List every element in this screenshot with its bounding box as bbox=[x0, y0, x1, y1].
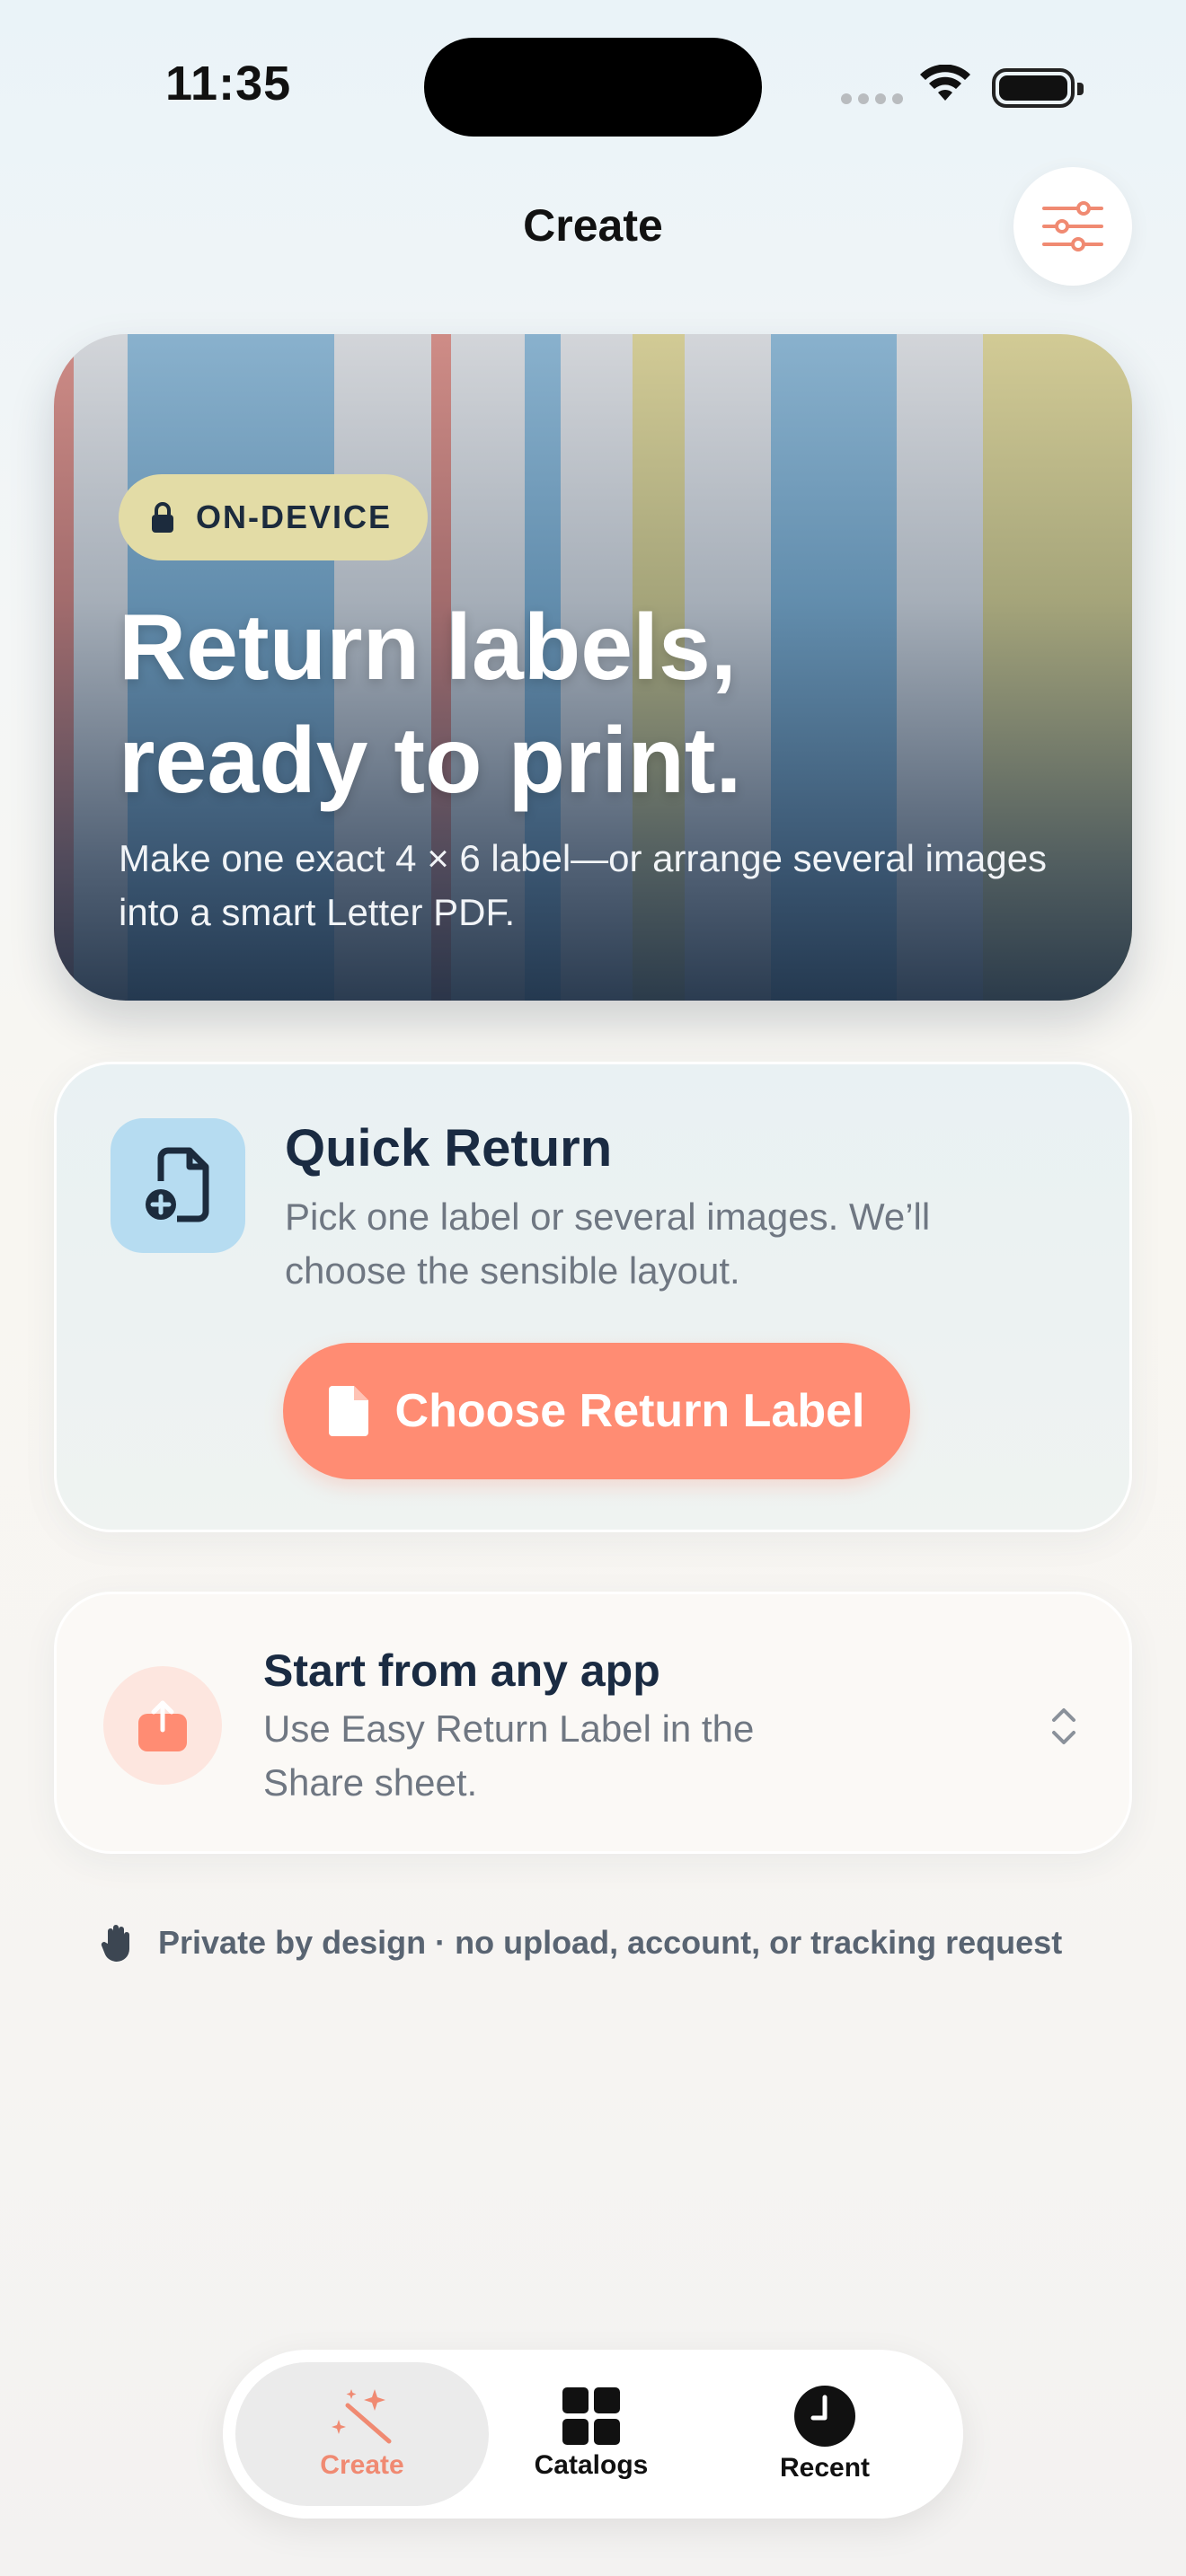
cellular-signal-icon bbox=[841, 93, 903, 104]
sliders-icon bbox=[1042, 201, 1103, 251]
tab-recent-label: Recent bbox=[779, 2453, 871, 2483]
wifi-icon bbox=[920, 65, 970, 101]
clock-icon bbox=[794, 2386, 855, 2447]
lock-icon bbox=[152, 502, 173, 533]
hero-subtitle: Make one exact 4 × 6 label—or arrange se… bbox=[119, 837, 1048, 933]
magic-wand-icon bbox=[332, 2389, 392, 2444]
settings-button[interactable] bbox=[1013, 167, 1132, 286]
quick-return-title: Quick Return bbox=[285, 1119, 613, 1178]
privacy-note: Private by design · no upload, account, … bbox=[101, 1924, 1062, 1962]
badge-label: ON-DEVICE bbox=[196, 498, 393, 535]
dynamic-island bbox=[424, 38, 762, 137]
share-icon-circle bbox=[103, 1666, 222, 1785]
privacy-text: Private by design · no upload, account, … bbox=[158, 1924, 1063, 1961]
tab-recent[interactable]: Recent bbox=[708, 2362, 942, 2506]
hand-icon bbox=[101, 1925, 129, 1962]
status-time: 11:35 bbox=[165, 57, 292, 110]
tab-create[interactable]: Create bbox=[235, 2362, 489, 2506]
tab-catalogs[interactable]: Catalogs bbox=[474, 2362, 708, 2506]
document-add-tile bbox=[111, 1118, 245, 1253]
share-icon bbox=[138, 1700, 187, 1751]
tab-create-label: Create bbox=[320, 2450, 404, 2480]
battery-icon bbox=[992, 68, 1084, 108]
quick-return-description: Pick one label or several images. We’ll … bbox=[285, 1195, 931, 1292]
share-title: Start from any app bbox=[263, 1645, 660, 1696]
on-device-badge: ON-DEVICE bbox=[119, 474, 429, 560]
chevron-up-down-icon bbox=[1052, 1708, 1075, 1744]
hero-title: Return labels, ready to print. bbox=[119, 595, 742, 813]
grid-icon bbox=[562, 2387, 620, 2445]
hero-banner: ON-DEVICE Return labels, ready to print.… bbox=[54, 334, 1132, 1001]
document-add-icon bbox=[146, 1147, 209, 1222]
quick-return-card: Quick Return Pick one label or several i… bbox=[54, 1062, 1132, 1532]
share-sheet-card[interactable]: Start from any app Use Easy Return Label… bbox=[54, 1592, 1132, 1854]
tab-catalogs-label: Catalogs bbox=[534, 2450, 649, 2480]
page-title: Create bbox=[523, 200, 663, 251]
share-description: Use Easy Return Label in the Share sheet… bbox=[263, 1707, 755, 1804]
choose-return-label-button[interactable]: Choose Return Label bbox=[283, 1343, 910, 1479]
tab-bar: Create Catalogs Recent bbox=[223, 2350, 963, 2519]
document-icon bbox=[328, 1386, 368, 1436]
choose-return-label-text: Choose Return Label bbox=[394, 1385, 865, 1437]
